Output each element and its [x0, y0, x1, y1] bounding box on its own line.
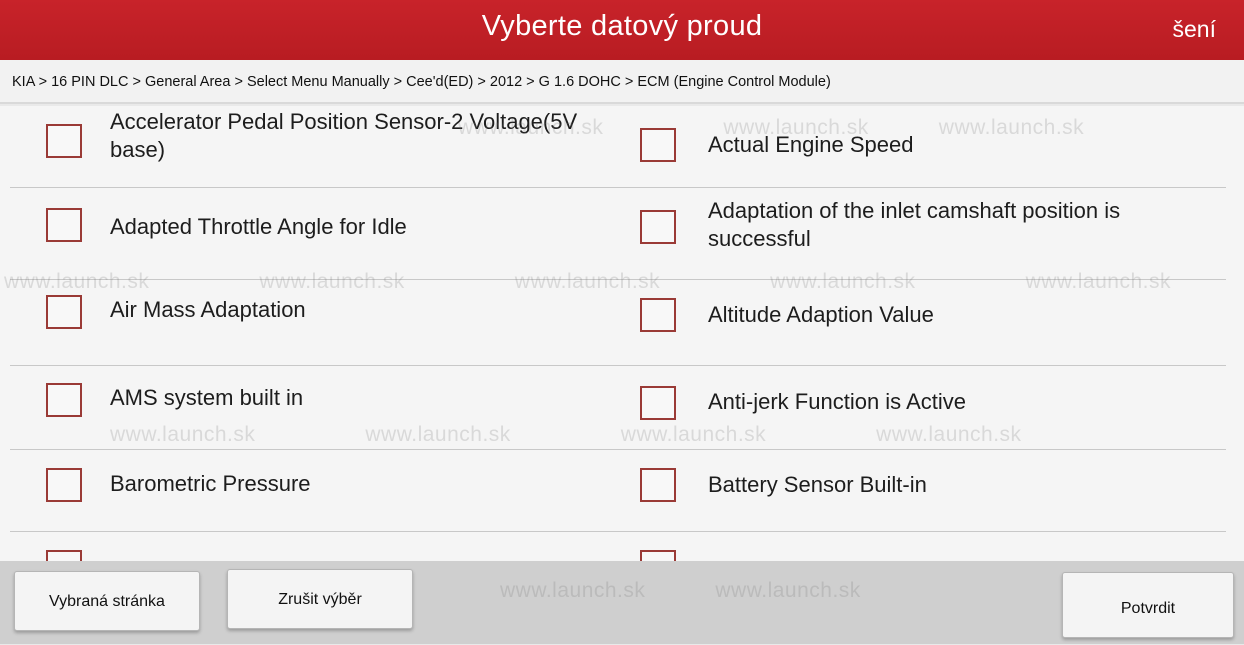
list-item[interactable]: Altitude Adaption Value: [620, 280, 1230, 366]
list-item[interactable]: Adapted Throttle Angle for Idle: [0, 188, 620, 280]
checkbox[interactable]: [46, 208, 82, 242]
item-label: Altitude Adaption Value: [708, 302, 934, 327]
checkbox[interactable]: [46, 468, 82, 502]
item-label: AMS system built in: [110, 385, 304, 410]
checkbox[interactable]: [640, 386, 676, 420]
data-stream-list: Accelerator Pedal Position Sensor-2 Volt…: [0, 106, 1244, 561]
checkbox[interactable]: [640, 298, 676, 332]
checkbox[interactable]: [640, 210, 676, 244]
list-item[interactable]: Adaptation of the inlet camshaft positio…: [620, 188, 1230, 280]
cancel-selection-button[interactable]: Zrušit výběr: [227, 569, 413, 629]
list-row: AMS system built in Anti-jerk Function i…: [0, 366, 1244, 450]
list-row: Adapted Throttle Angle for Idle Adaptati…: [0, 188, 1244, 280]
item-label: Air Mass Adaptation: [110, 297, 306, 322]
list-item[interactable]: Anti-jerk Function is Active: [620, 366, 1230, 450]
page-title: Vyberte datový proud: [481, 10, 763, 42]
header-right-label[interactable]: šení: [1173, 16, 1216, 43]
list-item[interactable]: AMS system built in: [0, 366, 620, 450]
checkbox[interactable]: [640, 128, 676, 162]
list-item[interactable]: Air Mass Adaptation: [0, 280, 620, 366]
item-label: Accelerator Pedal Position Sensor-2 Volt…: [110, 109, 578, 162]
item-label: Adapted Throttle Angle for Idle: [110, 214, 407, 239]
list-item[interactable]: Barometric Pressure: [0, 450, 620, 532]
title-bar: Vyberte datový proud šení: [0, 0, 1244, 60]
watermark: www.launch.sk www.launch.sk: [500, 579, 861, 602]
list-row: Barometric Pressure Battery Sensor Built…: [0, 450, 1244, 532]
confirm-button[interactable]: Potvrdit: [1062, 572, 1234, 638]
list-item[interactable]: Accelerator Pedal Position Sensor-2 Volt…: [0, 106, 620, 188]
selected-page-button[interactable]: Vybraná stránka: [14, 571, 200, 631]
item-label: Anti-jerk Function is Active: [708, 389, 966, 414]
checkbox[interactable]: [640, 468, 676, 502]
item-label: Adaptation of the inlet camshaft positio…: [708, 198, 1121, 251]
item-label: Battery Sensor Built-in: [708, 472, 927, 497]
checkbox[interactable]: [46, 383, 82, 417]
list-item[interactable]: Battery Sensor Built-in: [620, 450, 1230, 532]
row-divider: [10, 531, 1226, 532]
checkbox[interactable]: [46, 124, 82, 158]
breadcrumb: KIA > 16 PIN DLC > General Area > Select…: [0, 60, 1244, 104]
list-row: Accelerator Pedal Position Sensor-2 Volt…: [0, 106, 1244, 188]
item-label: Actual Engine Speed: [708, 132, 914, 157]
list-row: Air Mass Adaptation Altitude Adaption Va…: [0, 280, 1244, 366]
checkbox[interactable]: [46, 295, 82, 329]
item-label: Barometric Pressure: [110, 471, 311, 496]
list-item[interactable]: Actual Engine Speed: [620, 106, 1230, 188]
footer-bar: Vybraná stránka Zrušit výběr Potvrdit ww…: [0, 561, 1244, 644]
